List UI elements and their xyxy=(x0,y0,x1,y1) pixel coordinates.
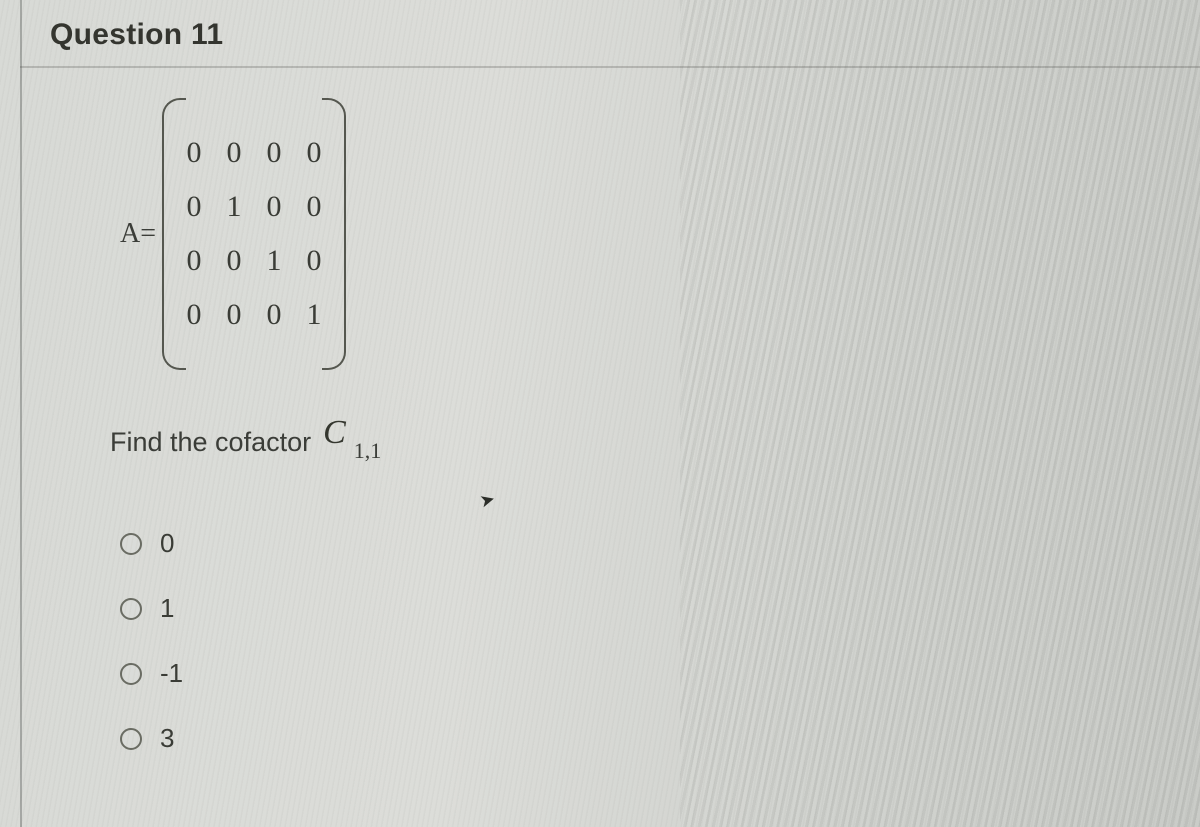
option-label: 1 xyxy=(160,593,174,624)
matrix-row: 0 0 1 0 xyxy=(184,244,324,278)
matrix-cell: 0 xyxy=(224,244,244,278)
matrix-definition: A= 0 0 0 0 0 1 0 0 0 0 1 0 0 0 xyxy=(120,98,1170,370)
matrix-cell: 0 xyxy=(184,136,204,170)
answer-options: 0 1 -1 3 xyxy=(120,528,1170,754)
divider xyxy=(20,66,1200,68)
matrix-cell: 0 xyxy=(264,190,284,224)
matrix-cell: 1 xyxy=(304,298,324,332)
answer-option[interactable]: -1 xyxy=(120,658,1170,689)
option-label: 3 xyxy=(160,723,174,754)
option-label: 0 xyxy=(160,528,174,559)
matrix-cell: 0 xyxy=(304,136,324,170)
answer-option[interactable]: 0 xyxy=(120,528,1170,559)
matrix-label: A= xyxy=(120,218,156,250)
matrix-cell: 0 xyxy=(304,244,324,278)
question-container: Question 11 A= 0 0 0 0 0 1 0 0 0 0 1 0 xyxy=(20,0,1200,794)
matrix-cell: 0 xyxy=(184,244,204,278)
radio-icon[interactable] xyxy=(120,728,142,750)
radio-icon[interactable] xyxy=(120,533,142,555)
matrix-cell: 0 xyxy=(224,136,244,170)
matrix-row: 0 0 0 0 xyxy=(184,136,324,170)
question-title: Question 11 xyxy=(50,18,1170,52)
question-prompt: Find the cofactor C 1,1 xyxy=(110,420,1170,458)
matrix-row: 0 0 0 1 xyxy=(184,298,324,332)
matrix-cell: 0 xyxy=(184,190,204,224)
answer-option[interactable]: 1 xyxy=(120,593,1170,624)
prompt-text: Find the cofactor xyxy=(110,427,311,458)
answer-option[interactable]: 3 xyxy=(120,723,1170,754)
cofactor-symbol: C xyxy=(323,414,346,452)
cofactor-subscript: 1,1 xyxy=(354,438,382,464)
radio-icon[interactable] xyxy=(120,663,142,685)
radio-icon[interactable] xyxy=(120,598,142,620)
matrix-cell: 0 xyxy=(224,298,244,332)
matrix-cell: 1 xyxy=(224,190,244,224)
matrix-cell: 1 xyxy=(264,244,284,278)
option-label: -1 xyxy=(160,658,183,689)
matrix-cell: 0 xyxy=(264,136,284,170)
matrix-row: 0 1 0 0 xyxy=(184,190,324,224)
matrix-cell: 0 xyxy=(184,298,204,332)
matrix-brackets: 0 0 0 0 0 1 0 0 0 0 1 0 0 0 0 1 xyxy=(162,98,346,370)
matrix-cell: 0 xyxy=(264,298,284,332)
matrix-cell: 0 xyxy=(304,190,324,224)
